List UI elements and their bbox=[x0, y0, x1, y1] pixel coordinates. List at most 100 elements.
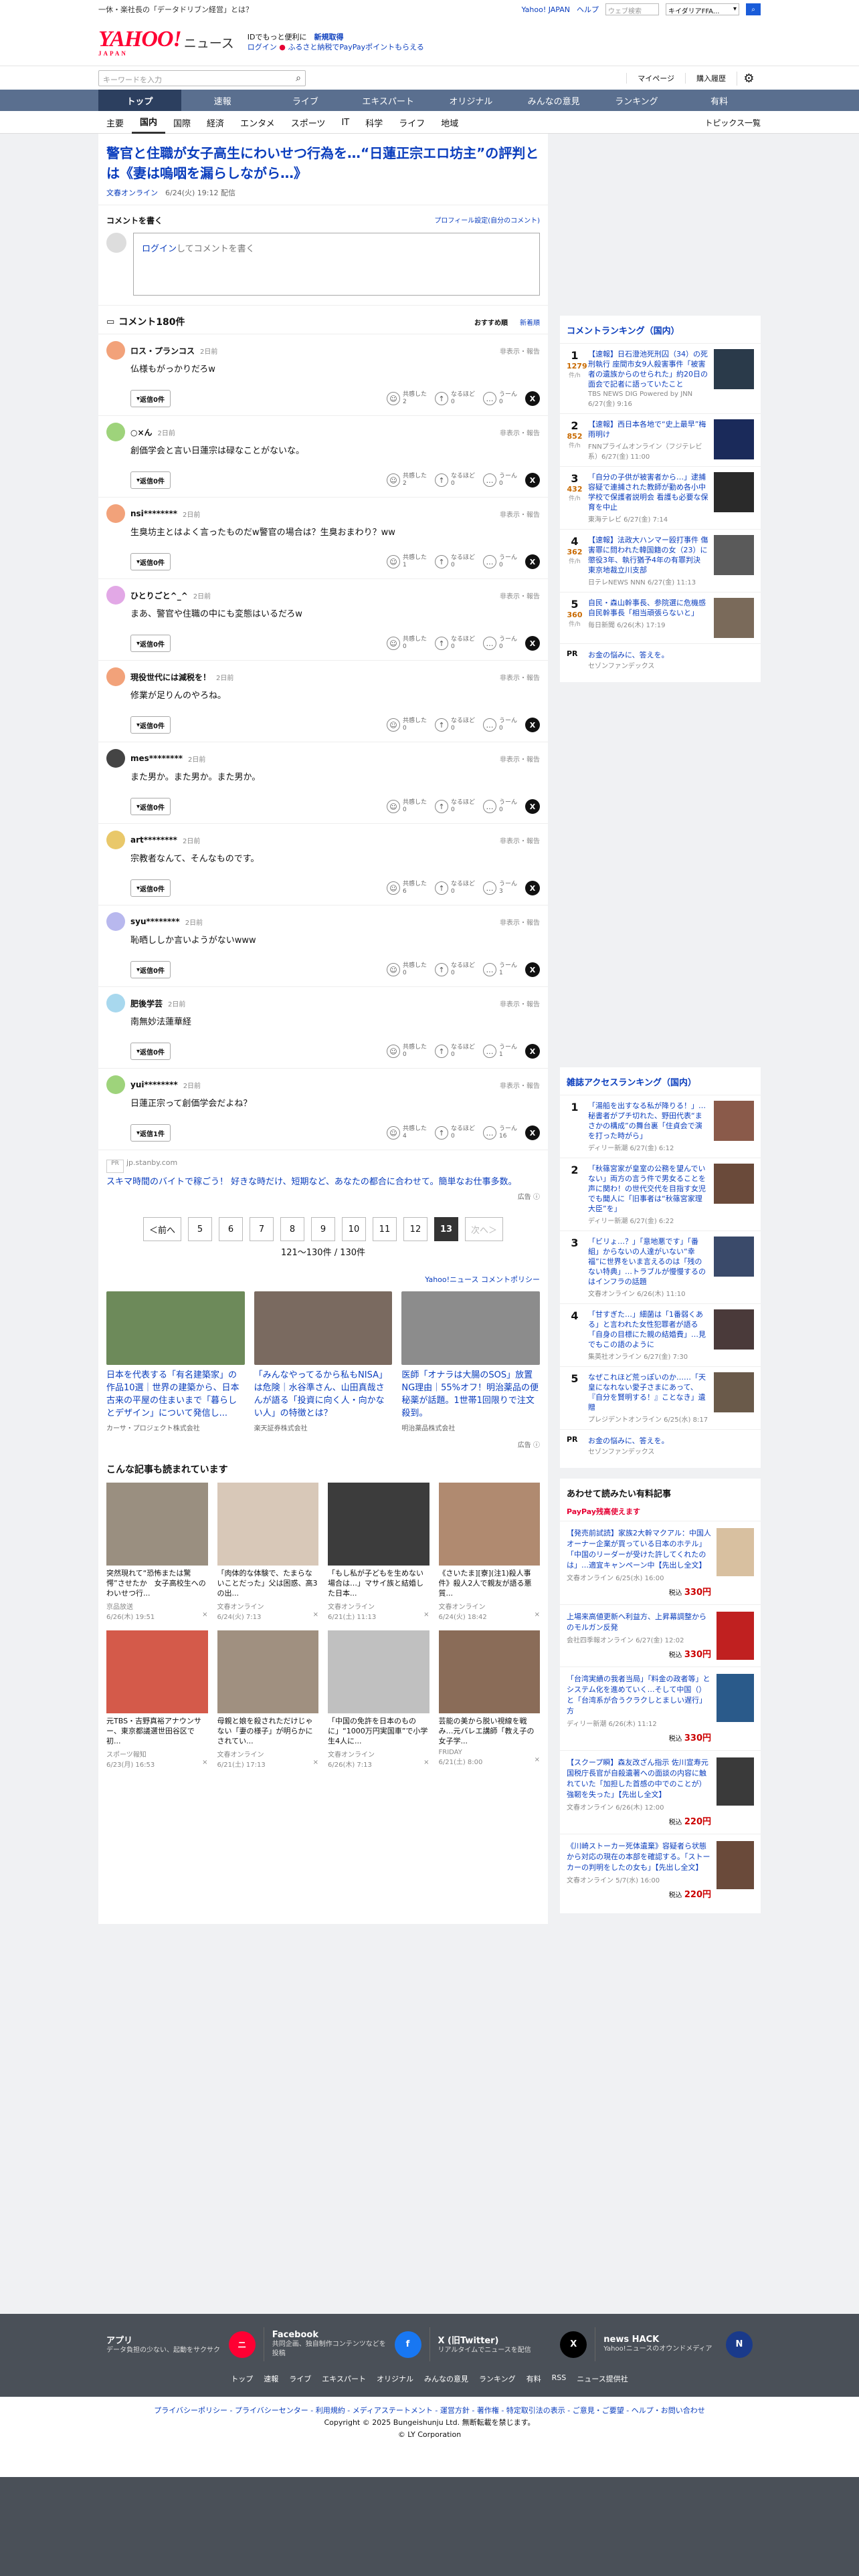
page-number[interactable]: 7 bbox=[249, 1217, 274, 1241]
access-item[interactable]: 3 「ビリょ…？」「意地悪です」「番組」からないの人達がいない“幸福”に世界をいま… bbox=[560, 1230, 761, 1303]
footer-link[interactable]: ニュース提供社 bbox=[577, 2373, 628, 2384]
related-article[interactable]: 「中国の免許を日本のものに」“1000万円実国車”で小学生4人に... 文春オンラ… bbox=[328, 1630, 430, 1769]
comment-author[interactable]: syu******** bbox=[130, 917, 180, 926]
reply-button[interactable]: ▾ 返信0件 bbox=[130, 961, 171, 978]
login-link[interactable]: ログイン bbox=[248, 43, 277, 51]
hmm-button[interactable]: … うーん 16 bbox=[482, 1125, 517, 1140]
close-icon[interactable]: × bbox=[202, 1611, 207, 1621]
related-article[interactable]: 「肉体的な体験で、たまらないことだった」父は困惑、高3の出... 文春オンライン 6… bbox=[217, 1483, 318, 1621]
article-title[interactable]: 《さいたま][寮](注1)殺人事件》殺人2人で親友が語る悪質... bbox=[439, 1568, 541, 1599]
footer-link[interactable]: エキスパート bbox=[322, 2373, 366, 2384]
sort-newest[interactable]: 新着順 bbox=[520, 317, 540, 327]
sort-recommended[interactable]: おすすめ順 bbox=[474, 317, 508, 327]
page-number[interactable]: 8 bbox=[280, 1217, 304, 1241]
web-search-button[interactable]: ⌕ bbox=[746, 3, 761, 15]
category-tab[interactable]: 科学 bbox=[357, 111, 391, 134]
access-item[interactable]: 2 「秋篠宮家が皇室の公務を望んでいない」両方の言う件で男女ることを声に関わ！の世… bbox=[560, 1158, 761, 1230]
access-item[interactable]: 4 「甘すぎた…」細菌は「1番弱くある」と言われた女性犯罪者が語る「自身の目標にた… bbox=[560, 1303, 761, 1366]
close-icon[interactable]: × bbox=[423, 1759, 429, 1769]
empathy-button[interactable]: ☺ 共感した 0 bbox=[386, 718, 427, 732]
profile-settings-link[interactable]: プロフィール設定(自分のコメント) bbox=[434, 215, 540, 226]
avatar[interactable] bbox=[106, 667, 125, 686]
avatar[interactable] bbox=[106, 586, 125, 605]
comment-author[interactable]: yui******** bbox=[130, 1080, 178, 1089]
category-tab[interactable]: 経済 bbox=[199, 111, 232, 134]
topics-list-link[interactable]: トピックス一覧 bbox=[704, 117, 761, 128]
ranking-item[interactable]: 5 360 件/h 自民・森山幹事長、参院選に危機感 自民幹事長「相当頑張らないと」毎… bbox=[560, 592, 761, 643]
related-article[interactable]: 元TBS・吉野真裕アナウンサー、東京都議選世田谷区で初... スポーツ報知 6/23… bbox=[106, 1630, 208, 1769]
hmm-button[interactable]: … うーん 0 bbox=[482, 554, 517, 569]
comment-author[interactable]: 現役世代には減税を！ bbox=[130, 671, 211, 683]
paid-title[interactable]: 【発売前試読】家族2大幹マクアル：中国人オーナー企業が買っている日本のホテル」「… bbox=[567, 1528, 711, 1571]
sponsored-card[interactable]: 医師「オナラは大腸のSOS」放置NG理由｜55%オフ！明治薬品の便秘薬が話題。1… bbox=[401, 1291, 541, 1432]
related-article[interactable]: 芸能の美から脱い視線を戦み…元バレエ講師「教え子の女子学... FRIDAY 6/2… bbox=[438, 1630, 541, 1769]
comment-author[interactable]: ○×ん bbox=[130, 427, 153, 438]
comment-author[interactable]: mes******** bbox=[130, 754, 183, 763]
empathy-button[interactable]: ☺ 共感した 0 bbox=[386, 636, 427, 651]
reply-button[interactable]: ▾ 返信0件 bbox=[130, 635, 171, 652]
hide-report-link[interactable]: 非表示・報告 bbox=[500, 998, 540, 1008]
category-tab[interactable]: スポーツ bbox=[283, 111, 334, 134]
hmm-button[interactable]: … うーん 0 bbox=[482, 718, 517, 732]
ranking-item[interactable]: 3 432 件/h 「自分の子供が被害者から…」逮捕容疑で連捕された教師が勤め各小中学… bbox=[560, 466, 761, 529]
article-title[interactable]: 芸能の美から脱い視線を戦み…元バレエ講師「教え子の女子学... bbox=[439, 1716, 541, 1747]
page-number[interactable]: 11 bbox=[372, 1217, 397, 1241]
gnav-item[interactable]: エキスパート bbox=[347, 90, 430, 111]
ranking-item[interactable]: 2 852 件/h 【速報】西日本各地で“史上最早”梅雨明け FNNプライムオンライン（… bbox=[560, 413, 761, 466]
pr-text[interactable]: お金の悩みに、答えを。 bbox=[588, 1435, 669, 1446]
close-icon[interactable]: × bbox=[313, 1611, 318, 1621]
footer-link[interactable]: オリジナル bbox=[377, 2373, 413, 2384]
paid-article[interactable]: 上場来高値更新へ利益方、上昇幕調整からのモルガン反発 会社四季報オンライン 6/2… bbox=[560, 1604, 761, 1667]
close-icon[interactable]: × bbox=[313, 1759, 318, 1769]
footer-link[interactable]: みんなの意見 bbox=[424, 2373, 468, 2384]
info-icon[interactable]: ⓘ bbox=[533, 1194, 540, 1201]
ad-block[interactable]: PR jp.stanby.com スキマ時間のバイトで稼ごう！ 好きな時だけ、短期… bbox=[98, 1150, 548, 1209]
close-icon[interactable]: × bbox=[535, 1611, 540, 1621]
x-share-icon[interactable]: X bbox=[525, 799, 540, 814]
hide-report-link[interactable]: 非表示・報告 bbox=[500, 672, 540, 682]
empathy-button[interactable]: ☺ 共感した 0 bbox=[386, 799, 427, 814]
page-number[interactable]: 9 bbox=[310, 1217, 335, 1241]
comment-textarea[interactable]: ログインしてコメントを書く bbox=[133, 233, 540, 296]
footer-app[interactable]: アプリ データ負担の少ない、起動をサクサクニ bbox=[98, 2327, 264, 2361]
gear-icon[interactable]: ⚙ bbox=[737, 71, 761, 86]
hide-report-link[interactable]: 非表示・報告 bbox=[500, 427, 540, 437]
hmm-button[interactable]: … うーん 1 bbox=[482, 1044, 517, 1059]
sponsored-title[interactable]: 「みんなやってるから私もNISA」は危険｜水谷準さん、山田真哉さんが語る「投資に… bbox=[254, 1369, 393, 1420]
top-promo-link[interactable]: 一休・楽社長の「データドリブン経営」とは？ bbox=[98, 4, 253, 15]
category-tab[interactable]: ライフ bbox=[391, 111, 433, 134]
x-share-icon[interactable]: X bbox=[525, 1125, 540, 1140]
related-article[interactable]: 《さいたま][寮](注1)殺人事件》殺人2人で親友が語る悪質... 文春オンライン… bbox=[438, 1483, 541, 1621]
empathy-button[interactable]: ☺ 共感した 6 bbox=[386, 881, 427, 895]
ranking-item[interactable]: 1 1279 件/h 【速報】日石澄池死刑囚（34）の死刑執行 座間市女9人殺害事件「… bbox=[560, 343, 761, 413]
avatar[interactable] bbox=[106, 831, 125, 849]
category-tab[interactable]: エンタメ bbox=[232, 111, 283, 134]
x-share-icon[interactable]: X bbox=[525, 554, 540, 569]
hmm-button[interactable]: … うーん 0 bbox=[482, 391, 517, 406]
category-tab[interactable]: 国内 bbox=[132, 111, 166, 134]
hide-report-link[interactable]: 非表示・報告 bbox=[500, 591, 540, 601]
yahoo-japan-link[interactable]: Yahoo! JAPAN bbox=[521, 5, 570, 14]
ranking-item[interactable]: 4 362 件/h 【速報】法政大ハンマー殴打事件 傷害罪に問われた韓国籍の女（23）… bbox=[560, 529, 761, 592]
search-icon[interactable]: ⌕ bbox=[296, 74, 301, 83]
paid-article[interactable]: 【スクープ瞬】森友改ざん指示 佐川宣寿元国税庁長官が自殺遺著への面談の内容に触れ… bbox=[560, 1750, 761, 1834]
avatar[interactable] bbox=[106, 341, 125, 360]
empathy-button[interactable]: ☺ 共感した 4 bbox=[386, 1125, 427, 1140]
hide-report-link[interactable]: 非表示・報告 bbox=[500, 1080, 540, 1090]
ranking-title[interactable]: 【速報】日石澄池死刑囚（34）の死刑執行 座間市女9人殺害事件「被害者の遺族から… bbox=[588, 349, 708, 389]
close-icon[interactable]: × bbox=[535, 1756, 540, 1766]
footer-link[interactable]: RSS bbox=[552, 2373, 567, 2384]
gnav-item[interactable]: みんなの意見 bbox=[512, 90, 595, 111]
comment-author[interactable]: ひとりごと^_^ bbox=[130, 590, 188, 601]
category-tab[interactable]: 国際 bbox=[165, 111, 199, 134]
reply-button[interactable]: ▾ 返信0件 bbox=[130, 553, 171, 570]
hmm-button[interactable]: … うーん 0 bbox=[482, 636, 517, 651]
avatar[interactable] bbox=[106, 423, 125, 441]
footer-link[interactable]: ランキング bbox=[479, 2373, 516, 2384]
access-item[interactable]: 5 なぜこれほど荒っぽいのか……「天皇になれない愛子さまにあって、『自分を賢明する… bbox=[560, 1366, 761, 1429]
x-share-icon[interactable]: X bbox=[525, 391, 540, 406]
paid-article[interactable]: 《川崎ストーカー死体遺棄》容疑者ら状態から対応の現在の本部を確認する。「ストーカ… bbox=[560, 1834, 761, 1907]
ranking-title[interactable]: 【速報】法政大ハンマー殴打事件 傷害罪に問われた韓国籍の女（23）に懲役3年、執… bbox=[588, 535, 708, 575]
comment-policy-link[interactable]: Yahoo!ニュース コメントポリシー bbox=[98, 1267, 548, 1291]
sponsored-title[interactable]: 日本を代表する「有名建築家」の作品10選｜世界の建築から、日本古来の平屋の住まい… bbox=[106, 1369, 245, 1420]
